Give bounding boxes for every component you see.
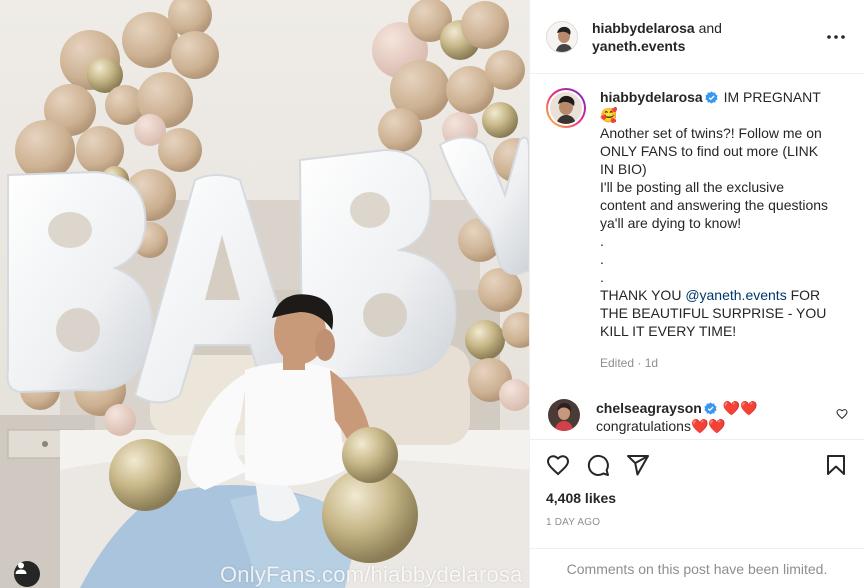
post-date[interactable]: 1 DAY AGO	[530, 517, 864, 528]
comment-item: chelseagrayson ❤️❤️ congratulations❤️❤️	[546, 399, 848, 435]
action-bar	[530, 439, 864, 489]
commenter-avatar[interactable]	[548, 399, 580, 431]
bookmark-icon	[827, 455, 845, 475]
caption-first-line: IM PREGNANT	[723, 89, 821, 105]
post-caption: hiabbydelarosa IM PREGNANT 🥰 Another set…	[546, 88, 848, 372]
user-tag-badge[interactable]	[14, 561, 40, 587]
header-username-2[interactable]: yaneth.events	[592, 38, 685, 54]
photo-watermark: OnlyFans.com/hiabbydelarosa	[220, 562, 523, 587]
caption-thanks-prefix: THANK YOU	[600, 287, 686, 303]
like-button[interactable]	[546, 453, 570, 477]
caption-thanks: THANK YOU @yaneth.events FOR THE BEAUTIF…	[600, 286, 830, 340]
caption-mention[interactable]: @yaneth.events	[685, 287, 786, 303]
commenter-username[interactable]: chelseagrayson	[596, 400, 702, 416]
caption-line-5: .	[600, 269, 604, 285]
post-side-panel: hiabbydelarosa and yaneth.events hiabbyd…	[529, 0, 864, 588]
comment-body-hearts: ❤️❤️	[690, 418, 726, 434]
comment-icon	[587, 454, 609, 476]
caption-emoji: 🥰	[600, 107, 618, 123]
verified-badge-icon	[704, 402, 717, 415]
caption-line-1: Another set of twins?! Follow me on ONLY…	[600, 125, 822, 177]
post-dialog: OnlyFans.com/hiabbydelarosa hiabbydelaro…	[0, 0, 864, 588]
caption-meta: Edited · 1d	[600, 356, 659, 370]
user-tag-icon	[15, 562, 27, 574]
save-button[interactable]	[824, 453, 848, 477]
more-options-icon	[827, 35, 845, 39]
photo-scene	[0, 0, 529, 588]
caption-line-4: .	[600, 251, 604, 267]
comment-hearts: ❤️❤️	[722, 400, 758, 416]
caption-line-2: I'll be posting all the exclusive conten…	[600, 179, 829, 231]
comment-like-button[interactable]	[836, 407, 848, 423]
caption-line-3: .	[600, 233, 604, 249]
comment-body-text: congratulations	[596, 418, 691, 434]
author-avatar[interactable]	[546, 20, 578, 53]
post-photo[interactable]: OnlyFans.com/hiabbydelarosa	[0, 0, 529, 588]
comment-text: chelseagrayson ❤️❤️ congratulations❤️❤️	[596, 399, 758, 435]
caption-username[interactable]: hiabbydelarosa	[600, 89, 703, 105]
header-username-1[interactable]: hiabbydelarosa	[592, 20, 695, 36]
caption-avatar[interactable]	[546, 88, 586, 128]
share-button[interactable]	[626, 453, 650, 477]
header-and: and	[698, 19, 722, 36]
heart-icon	[546, 454, 570, 475]
more-options-button[interactable]	[824, 27, 848, 47]
share-icon	[627, 454, 649, 475]
heart-outline-icon	[836, 409, 848, 420]
verified-badge-icon	[705, 91, 718, 104]
caption-text: hiabbydelarosa IM PREGNANT 🥰 Another set…	[600, 88, 830, 372]
post-header: hiabbydelarosa and yaneth.events	[530, 0, 864, 74]
likes-count[interactable]: 4,408 likes	[530, 489, 864, 507]
comment-button[interactable]	[586, 453, 610, 477]
comments-limited-notice: Comments on this post have been limited.	[530, 548, 864, 588]
header-usernames: hiabbydelarosa and yaneth.events	[592, 19, 722, 55]
comments-area[interactable]: hiabbydelarosa IM PREGNANT 🥰 Another set…	[530, 74, 864, 439]
